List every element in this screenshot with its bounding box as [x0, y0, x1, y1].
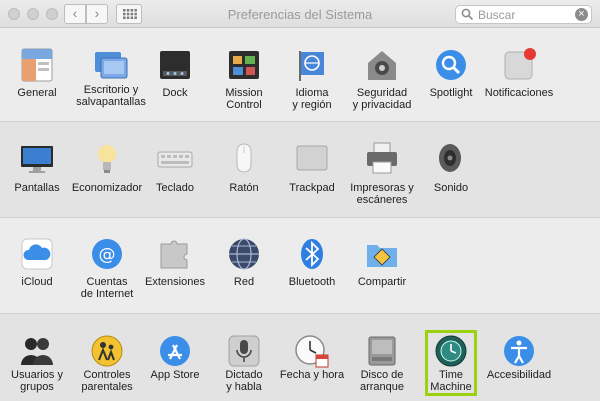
pane-economizador[interactable]: Economizador — [70, 122, 144, 217]
clear-search-icon[interactable]: × — [575, 8, 588, 21]
app-store-icon — [160, 336, 190, 366]
pane-usuarios-grupos[interactable]: Usuarios y grupos — [0, 314, 74, 401]
icloud-icon — [21, 238, 53, 270]
pane-cuentas-internet[interactable]: @ Cuentas de Internet — [70, 218, 144, 313]
pane-label: Compartir — [357, 276, 407, 288]
pane-label: Accesibilidad — [486, 369, 552, 381]
dock-icon — [160, 51, 190, 79]
sound-icon — [439, 144, 461, 172]
mission-control-icon — [229, 51, 259, 79]
title-bar: ‹ › Preferencias del Sistema × — [0, 0, 600, 28]
displays-icon — [21, 146, 53, 173]
language-region-icon — [299, 51, 324, 81]
pane-notificaciones[interactable]: Notificaciones — [482, 29, 556, 121]
startup-disk-icon — [368, 336, 396, 366]
users-groups-icon — [21, 338, 53, 365]
printers-icon — [367, 142, 397, 174]
search-field[interactable]: × — [455, 5, 592, 24]
parental-controls-icon — [91, 335, 123, 367]
pane-raton[interactable]: Ratón — [207, 122, 281, 217]
energy-saver-icon — [98, 145, 116, 173]
svg-text:@: @ — [99, 245, 116, 265]
pane-icloud[interactable]: iCloud — [0, 218, 74, 313]
preferences-row-personal: General Escritorio y salvapantallas Dock… — [0, 29, 600, 121]
preferences-row-internet: iCloud @ Cuentas de Internet Extensiones… — [0, 217, 600, 313]
pane-label: Notificaciones — [484, 87, 554, 99]
pane-idioma-region[interactable]: Idioma y región — [275, 29, 349, 121]
pane-impresoras-escaneres[interactable]: Impresoras y escáneres — [345, 122, 419, 217]
pane-teclado[interactable]: Teclado — [138, 122, 212, 217]
general-icon — [21, 48, 53, 82]
security-privacy-icon — [368, 51, 396, 80]
network-icon — [229, 238, 259, 270]
spotlight-icon — [436, 50, 466, 80]
pane-controles-parentales[interactable]: Controles parentales — [70, 314, 144, 401]
time-machine-highlight — [425, 330, 477, 396]
pane-seguridad-privacidad[interactable]: Seguridad y privacidad — [345, 29, 419, 121]
preferences-row-hardware: Pantallas Economizador Teclado Ratón Tra… — [0, 121, 600, 217]
dictation-speech-icon — [228, 335, 260, 367]
pane-spotlight[interactable]: Spotlight — [414, 29, 488, 121]
preferences-row-system: Usuarios y grupos Controles parentales A… — [0, 313, 600, 401]
accessibility-icon — [504, 336, 534, 366]
pane-sonido[interactable]: Sonido — [414, 122, 488, 217]
mouse-icon — [236, 143, 252, 173]
pane-dictado-habla[interactable]: Dictado y habla — [207, 314, 281, 401]
search-input[interactable] — [478, 7, 573, 22]
search-icon — [461, 8, 474, 21]
pane-compartir[interactable]: Compartir — [345, 218, 419, 313]
keyboard-icon — [157, 151, 193, 168]
pane-escritorio-salvapantallas[interactable]: Escritorio y salvapantallas — [74, 29, 148, 121]
pane-red[interactable]: Red — [207, 218, 281, 313]
pane-label: Sonido — [433, 182, 469, 194]
sharing-icon — [367, 245, 397, 267]
bluetooth-icon — [301, 239, 323, 269]
extensions-icon — [160, 240, 188, 269]
trackpad-icon — [296, 145, 328, 171]
pane-fecha-hora[interactable]: Fecha y hora — [275, 314, 349, 401]
pane-pantallas[interactable]: Pantallas — [0, 122, 74, 217]
notifications-icon — [504, 48, 536, 80]
pane-general[interactable]: General — [0, 29, 74, 121]
desktop-screensaver-icon — [95, 52, 128, 79]
date-time-icon — [295, 335, 329, 368]
internet-accounts-icon: @ — [92, 239, 122, 269]
pane-trackpad[interactable]: Trackpad — [275, 122, 349, 217]
pane-accesibilidad[interactable]: Accesibilidad — [482, 314, 556, 401]
pane-bluetooth[interactable]: Bluetooth — [275, 218, 349, 313]
pane-extensiones[interactable]: Extensiones — [138, 218, 212, 313]
